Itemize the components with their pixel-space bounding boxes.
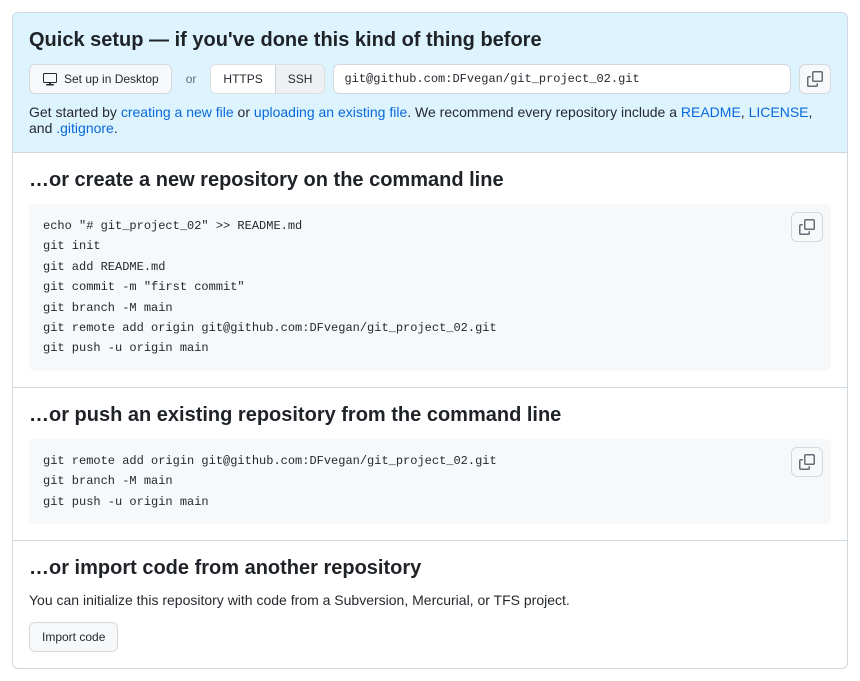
copy-url-button[interactable] xyxy=(799,64,831,94)
copy-icon xyxy=(807,71,823,87)
upload-file-link[interactable]: uploading an existing file xyxy=(254,104,407,120)
setup-desktop-button[interactable]: Set up in Desktop xyxy=(29,64,172,94)
create-repo-heading: …or create a new repository on the comma… xyxy=(29,169,831,192)
help-or: or xyxy=(234,104,254,120)
or-separator: or xyxy=(180,72,203,86)
desktop-icon xyxy=(42,71,58,87)
repo-setup-panel: Quick setup — if you've done this kind o… xyxy=(12,12,848,669)
help-prefix: Get started by xyxy=(29,104,121,120)
import-code-label: Import code xyxy=(42,627,105,647)
https-tab[interactable]: HTTPS xyxy=(211,65,274,93)
copy-create-code-button[interactable] xyxy=(791,212,823,242)
comma1: , xyxy=(741,104,749,120)
copy-icon xyxy=(799,219,815,235)
readme-link[interactable]: README xyxy=(681,104,741,120)
ssh-tab[interactable]: SSH xyxy=(275,65,325,93)
gitignore-link[interactable]: .gitignore xyxy=(56,120,114,136)
help-mid: . We recommend every repository include … xyxy=(407,104,681,120)
import-repo-section: …or import code from another repository … xyxy=(13,540,847,668)
push-repo-code[interactable]: git remote add origin git@github.com:DFv… xyxy=(29,439,831,524)
quick-setup-help-text: Get started by creating a new file or up… xyxy=(29,104,831,136)
license-link[interactable]: LICENSE xyxy=(749,104,809,120)
create-repo-section: …or create a new repository on the comma… xyxy=(13,153,847,387)
push-repo-code-wrap: git remote add origin git@github.com:DFv… xyxy=(29,439,831,524)
copy-push-code-button[interactable] xyxy=(791,447,823,477)
import-repo-heading: …or import code from another repository xyxy=(29,557,831,580)
setup-desktop-label: Set up in Desktop xyxy=(64,69,159,89)
quick-setup-section: Quick setup — if you've done this kind o… xyxy=(13,13,847,153)
push-repo-heading: …or push an existing repository from the… xyxy=(29,404,831,427)
copy-icon xyxy=(799,454,815,470)
push-repo-section: …or push an existing repository from the… xyxy=(13,387,847,540)
create-repo-code-wrap: echo "# git_project_02" >> README.md git… xyxy=(29,204,831,371)
protocol-toggle: HTTPS SSH xyxy=(210,64,325,94)
import-repo-text: You can initialize this repository with … xyxy=(29,592,831,608)
quick-setup-heading: Quick setup — if you've done this kind o… xyxy=(29,29,831,52)
import-code-button[interactable]: Import code xyxy=(29,622,118,652)
create-file-link[interactable]: creating a new file xyxy=(121,104,234,120)
clone-url-input[interactable] xyxy=(333,64,791,94)
period: . xyxy=(114,120,118,136)
create-repo-code[interactable]: echo "# git_project_02" >> README.md git… xyxy=(29,204,831,371)
setup-controls-row: Set up in Desktop or HTTPS SSH xyxy=(29,64,831,94)
